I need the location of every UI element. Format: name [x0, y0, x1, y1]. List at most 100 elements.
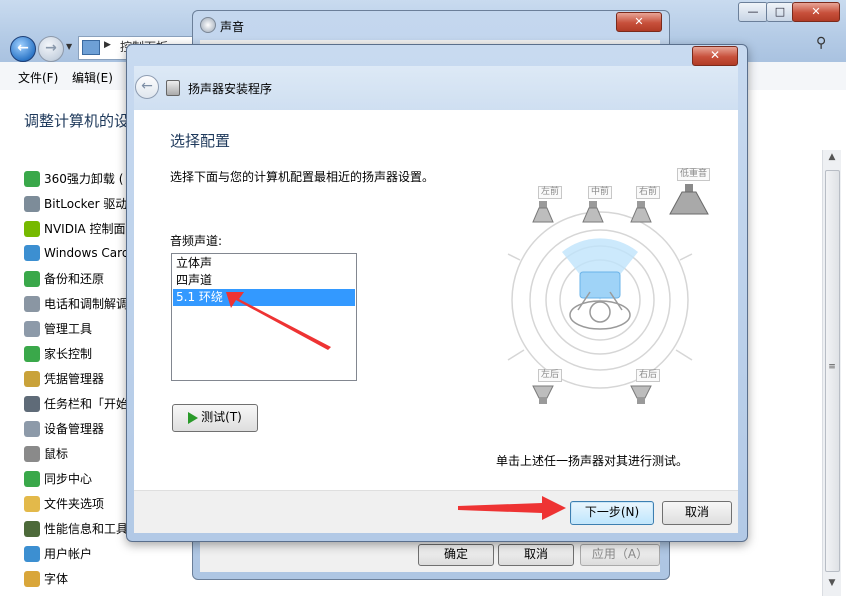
- speaker-front-left-icon[interactable]: [530, 200, 556, 226]
- sound-dialog-title: 声音: [220, 20, 245, 34]
- speaker-front-right-label: 右前: [636, 186, 661, 199]
- speaker-subwoofer-label: 低重音: [677, 168, 711, 181]
- list-item-label: 文件夹选项: [44, 497, 105, 511]
- list-item-label: 管理工具: [44, 322, 93, 336]
- list-item[interactable]: 电话和调制解调: [24, 295, 128, 317]
- list-item[interactable]: 用户帐户: [24, 545, 92, 567]
- list-item-label: 360强力卸载 (: [44, 172, 124, 186]
- channels-listbox[interactable]: 立体声 四声道 5.1 环绕: [171, 253, 357, 381]
- channel-option-stereo[interactable]: 立体声: [173, 255, 355, 272]
- scroll-down-icon[interactable]: ▼: [823, 578, 841, 594]
- minimize-button[interactable]: —: [738, 2, 768, 22]
- list-item[interactable]: 备份和还原: [24, 270, 104, 292]
- phone-icon: [24, 295, 40, 312]
- channels-label: 音频声道:: [170, 234, 223, 248]
- taskbar-icon: [24, 395, 40, 412]
- nvidia-icon: [24, 220, 40, 237]
- list-item[interactable]: 设备管理器: [24, 420, 104, 442]
- control-panel-icon: [82, 40, 100, 55]
- list-item-label: 同步中心: [44, 472, 93, 486]
- list-item[interactable]: 管理工具: [24, 320, 92, 342]
- list-item-label: 设备管理器: [44, 422, 105, 436]
- breadcrumb-arrow-icon: ▶: [104, 40, 111, 50]
- list-item-label: 性能信息和工具: [44, 522, 129, 536]
- list-item-label: 鼠标: [44, 447, 69, 461]
- page-title: 调整计算机的设: [24, 112, 130, 130]
- list-item-label: 凭据管理器: [44, 372, 105, 386]
- list-item[interactable]: Windows Card: [24, 245, 129, 267]
- bitlocker-icon: [24, 195, 40, 212]
- list-item[interactable]: 字体: [24, 570, 68, 592]
- speaker-subwoofer-icon[interactable]: [668, 182, 710, 218]
- device-manager-icon: [24, 420, 40, 437]
- wizard-description: 选择下面与您的计算机配置最相近的扬声器设置。: [170, 170, 435, 184]
- sync-icon: [24, 470, 40, 487]
- speaker-center-label: 中前: [588, 186, 613, 199]
- menu-edit[interactable]: 编辑(E): [72, 69, 113, 86]
- play-icon: [188, 411, 199, 424]
- list-item[interactable]: 任务栏和「开始: [24, 395, 128, 417]
- list-item[interactable]: 家长控制: [24, 345, 92, 367]
- list-item-label: 家长控制: [44, 347, 93, 361]
- list-item[interactable]: 性能信息和工具: [24, 520, 128, 542]
- admin-tools-icon: [24, 320, 40, 337]
- scroll-up-icon[interactable]: ▲: [823, 152, 841, 168]
- speaker-app-icon: [166, 80, 180, 96]
- speaker-rear-left-icon[interactable]: [530, 384, 556, 406]
- list-item-label: NVIDIA 控制面: [44, 222, 126, 236]
- credential-icon: [24, 370, 40, 387]
- test-button-label: 测试(T): [201, 410, 242, 424]
- speaker-center-icon[interactable]: [580, 200, 606, 226]
- list-item[interactable]: 凭据管理器: [24, 370, 104, 392]
- list-item[interactable]: 鼠标: [24, 445, 68, 467]
- speaker-rear-left-label: 左后: [538, 369, 563, 382]
- search-icon[interactable]: ⚲: [816, 35, 836, 55]
- channel-option-quad[interactable]: 四声道: [173, 272, 355, 289]
- close-button[interactable]: ✕: [792, 2, 840, 22]
- speaker-test-hint: 单击上述任一扬声器对其进行测试。: [496, 454, 689, 468]
- chevron-down-icon[interactable]: ▼: [66, 42, 72, 51]
- font-icon: [24, 570, 40, 587]
- back-arrow-icon[interactable]: ←: [10, 36, 36, 62]
- uninstall-icon: [24, 170, 40, 187]
- maximize-button[interactable]: □: [766, 2, 794, 22]
- next-button[interactable]: 下一步(N): [570, 501, 654, 525]
- list-item[interactable]: BitLocker 驱动: [24, 195, 127, 217]
- list-item[interactable]: 360强力卸载 (: [24, 170, 123, 192]
- backup-icon: [24, 270, 40, 287]
- list-item-label: Windows Card: [44, 246, 130, 260]
- wizard-heading: 选择配置: [170, 132, 231, 150]
- test-button[interactable]: 测试(T): [172, 404, 258, 432]
- wizard-back-arrow-icon[interactable]: ←: [135, 75, 159, 99]
- channel-option-5-1[interactable]: 5.1 环绕: [173, 289, 355, 306]
- sound-close-button[interactable]: ✕: [616, 12, 662, 32]
- speaker-front-left-label: 左前: [538, 186, 563, 199]
- list-item-label: BitLocker 驱动: [44, 197, 128, 211]
- sound-cancel-button[interactable]: 取消: [498, 544, 574, 566]
- forward-arrow-icon[interactable]: →: [38, 36, 64, 62]
- list-item[interactable]: NVIDIA 控制面: [24, 220, 126, 242]
- mouse-icon: [24, 445, 40, 462]
- apply-button[interactable]: 应用（A）: [580, 544, 660, 566]
- cardspace-icon: [24, 245, 40, 261]
- wizard-title: 扬声器安装程序: [188, 82, 273, 96]
- scroll-grip-icon: ≡: [828, 362, 836, 372]
- menu-file[interactable]: 文件(F): [18, 69, 58, 86]
- speaker-rear-right-icon[interactable]: [628, 384, 654, 406]
- speaker-front-right-icon[interactable]: [628, 200, 654, 226]
- scrollbar[interactable]: ▲ ≡ ▼: [822, 150, 841, 596]
- list-item-label: 电话和调制解调: [44, 297, 129, 311]
- list-item[interactable]: 文件夹选项: [24, 495, 104, 517]
- ok-button[interactable]: 确定: [418, 544, 494, 566]
- wizard-close-button[interactable]: ✕: [692, 46, 738, 66]
- list-item-label: 任务栏和「开始: [44, 397, 129, 411]
- wizard-cancel-button[interactable]: 取消: [662, 501, 732, 525]
- list-item-label: 字体: [44, 572, 69, 586]
- list-item-label: 备份和还原: [44, 272, 105, 286]
- list-item[interactable]: 同步中心: [24, 470, 92, 492]
- sound-icon: [200, 17, 216, 33]
- folder-icon: [24, 495, 40, 512]
- parental-control-icon: [24, 345, 40, 362]
- speaker-rear-right-label: 右后: [636, 369, 661, 382]
- users-icon: [24, 545, 40, 562]
